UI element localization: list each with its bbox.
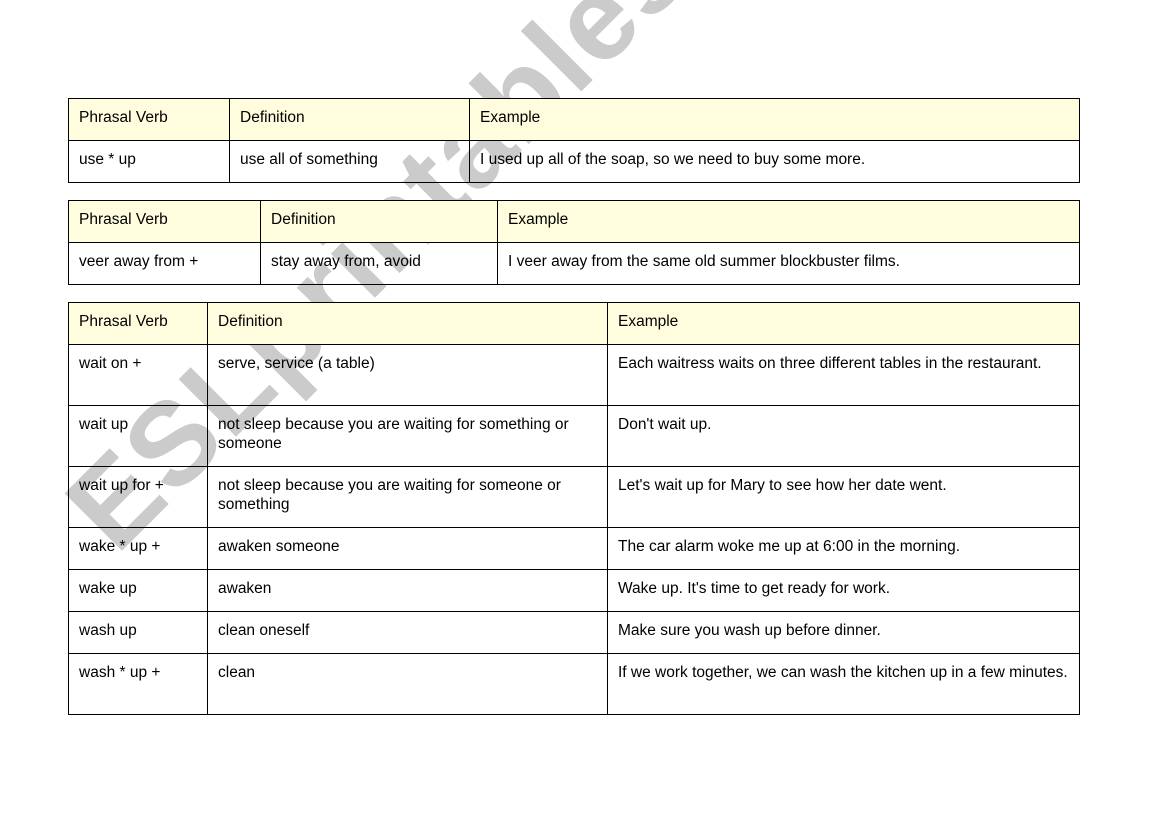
cell-example: Don't wait up.: [607, 405, 1080, 467]
cell-example: The car alarm woke me up at 6:00 in the …: [607, 527, 1080, 570]
cell-definition: stay away from, avoid: [260, 242, 498, 285]
cell-definition: awaken: [207, 569, 608, 612]
cell-example: Wake up. It's time to get ready for work…: [607, 569, 1080, 612]
table-header-row: Phrasal Verb Definition Example: [68, 302, 1080, 345]
header-definition: Definition: [229, 98, 470, 141]
cell-definition: not sleep because you are waiting for so…: [207, 405, 608, 467]
cell-phrasal-verb: wake up: [68, 569, 208, 612]
phrasal-verb-table-2: Phrasal Verb Definition Example veer awa…: [68, 200, 1080, 285]
cell-phrasal-verb: wash up: [68, 611, 208, 654]
header-example: Example: [497, 200, 1080, 243]
cell-definition: clean: [207, 653, 608, 715]
header-phrasal-verb: Phrasal Verb: [68, 302, 208, 345]
table-row: veer away from + stay away from, avoid I…: [68, 242, 1080, 285]
table-row: use * up use all of something I used up …: [68, 140, 1080, 183]
cell-definition: not sleep because you are waiting for so…: [207, 466, 608, 528]
cell-phrasal-verb: wait on +: [68, 344, 208, 406]
cell-example: Make sure you wash up before dinner.: [607, 611, 1080, 654]
cell-definition: use all of something: [229, 140, 470, 183]
cell-phrasal-verb: wash * up +: [68, 653, 208, 715]
phrasal-verb-table-3: Phrasal Verb Definition Example wait on …: [68, 302, 1080, 715]
cell-definition: serve, service (a table): [207, 344, 608, 406]
cell-definition: clean oneself: [207, 611, 608, 654]
table-row: wait up not sleep because you are waitin…: [68, 405, 1080, 467]
header-definition: Definition: [207, 302, 608, 345]
cell-phrasal-verb: wake * up +: [68, 527, 208, 570]
cell-phrasal-verb: use * up: [68, 140, 230, 183]
header-definition: Definition: [260, 200, 498, 243]
cell-phrasal-verb: wait up for +: [68, 466, 208, 528]
cell-phrasal-verb: wait up: [68, 405, 208, 467]
header-example: Example: [469, 98, 1080, 141]
table-row: wash * up + clean If we work together, w…: [68, 653, 1080, 715]
phrasal-verb-table-1: Phrasal Verb Definition Example use * up…: [68, 98, 1080, 183]
cell-example: If we work together, we can wash the kit…: [607, 653, 1080, 715]
table-row: wake up awaken Wake up. It's time to get…: [68, 569, 1080, 612]
cell-example: Let's wait up for Mary to see how her da…: [607, 466, 1080, 528]
cell-phrasal-verb: veer away from +: [68, 242, 261, 285]
header-example: Example: [607, 302, 1080, 345]
cell-example: Each waitress waits on three different t…: [607, 344, 1080, 406]
table-header-row: Phrasal Verb Definition Example: [68, 200, 1080, 243]
header-phrasal-verb: Phrasal Verb: [68, 200, 261, 243]
header-phrasal-verb: Phrasal Verb: [68, 98, 230, 141]
table-header-row: Phrasal Verb Definition Example: [68, 98, 1080, 141]
cell-example: I used up all of the soap, so we need to…: [469, 140, 1080, 183]
table-row: wash up clean oneself Make sure you wash…: [68, 611, 1080, 654]
cell-example: I veer away from the same old summer blo…: [497, 242, 1080, 285]
table-row: wait on + serve, service (a table) Each …: [68, 344, 1080, 406]
cell-definition: awaken someone: [207, 527, 608, 570]
table-row: wake * up + awaken someone The car alarm…: [68, 527, 1080, 570]
table-row: wait up for + not sleep because you are …: [68, 466, 1080, 528]
